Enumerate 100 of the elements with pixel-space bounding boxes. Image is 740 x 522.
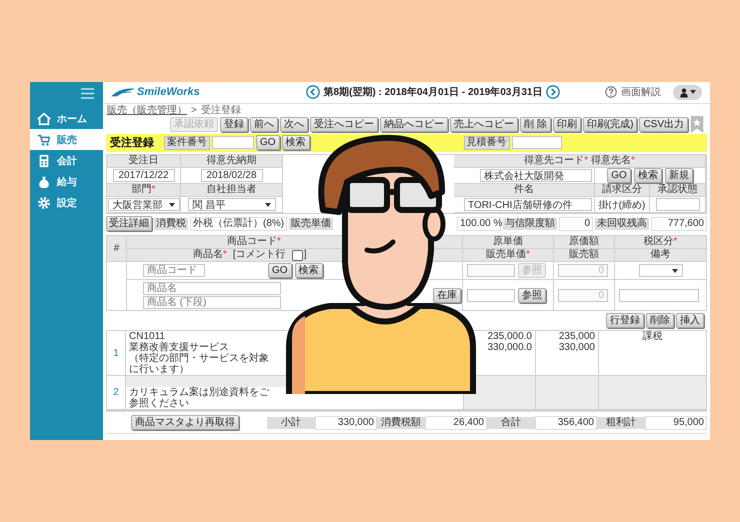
column-header: 得意先コード*: [524, 155, 588, 167]
toolbar-button[interactable]: 受注へコピー: [310, 116, 378, 132]
customer-name-field[interactable]: 株式会社大阪開発: [480, 169, 592, 182]
line-number: 1: [113, 348, 119, 358]
comment-row-label: [コメント行: [232, 249, 286, 261]
column-header: 件名: [454, 184, 595, 197]
table-cell-text: 課税: [642, 331, 664, 342]
column-header: 請求区分: [595, 184, 650, 197]
product-search-button[interactable]: GO: [268, 263, 292, 278]
reference-button[interactable]: 参照: [518, 288, 546, 302]
caret-icon: [672, 268, 678, 272]
approval-status-field[interactable]: [656, 198, 700, 211]
row-action-button[interactable]: 挿入: [676, 313, 704, 328]
sidebar-item[interactable]: 設定: [30, 192, 103, 213]
column-header: #: [107, 236, 126, 261]
user-menu-button[interactable]: [673, 84, 702, 100]
subject-field[interactable]: TORI-CHI店舗研修の件: [464, 198, 592, 211]
toolbar-button[interactable]: 登録: [220, 116, 248, 132]
money-bag-icon: [37, 174, 51, 188]
help-icon: [605, 86, 617, 98]
staff-dropdown[interactable]: 関 昌平: [188, 198, 276, 211]
total-value: 95,000: [645, 416, 707, 430]
breadcrumb-link[interactable]: 販売（販売管理）: [107, 103, 187, 118]
breadcrumb-separator: >: [191, 104, 197, 116]
tax-type-value: 外税（伝票計）(8%): [190, 216, 288, 230]
breadcrumb-current: 受注登録: [200, 104, 241, 118]
sidebar-item[interactable]: 販売: [30, 129, 103, 150]
toolbar-button[interactable]: 印刷: [552, 116, 581, 132]
column-header: 得意先名*: [591, 155, 635, 167]
remarks-field[interactable]: [619, 288, 699, 302]
search-button[interactable]: 検索: [282, 135, 310, 150]
toolbar-button[interactable]: 前へ: [250, 116, 278, 132]
product-code: CN1011: [129, 331, 165, 342]
order-detail-button[interactable]: 受注詳細: [106, 216, 152, 231]
field-label: 見積番号: [464, 136, 510, 150]
date-field[interactable]: 2018/02/28: [200, 169, 262, 182]
customer-button[interactable]: GO: [607, 168, 631, 183]
project-number-field[interactable]: [212, 136, 254, 150]
billing-type: 掛け(締め): [598, 198, 646, 212]
tax-dropdown[interactable]: [638, 264, 682, 277]
stock-button[interactable]: 在庫: [433, 288, 461, 302]
toolbar-button[interactable]: CSV出力: [639, 116, 688, 132]
customer-button[interactable]: 検索: [634, 168, 662, 183]
logo-text: SmileWorks: [137, 86, 200, 98]
table-cell-text: 330,000: [558, 342, 595, 353]
field-label: 消費税: [154, 218, 188, 230]
column-header: 販売額: [554, 249, 614, 261]
toolbar-button[interactable]: 次へ: [280, 116, 308, 132]
column-header: 商品名*: [193, 249, 227, 261]
bookmark-star-icon: [690, 116, 704, 133]
total-label: 粗利計: [597, 416, 646, 428]
column-header: 部門*: [107, 184, 181, 197]
toolbar-button[interactable]: 印刷(完成): [582, 116, 638, 132]
column-header: 原単価: [463, 236, 553, 248]
product-search-button[interactable]: 検索: [294, 263, 323, 278]
product-name: 業務改善支援サービス: [129, 342, 230, 353]
row-action-button[interactable]: 行登録: [606, 313, 644, 328]
customer-button[interactable]: 新規: [664, 168, 693, 183]
previous-icon: [306, 85, 320, 100]
comment-row-checkbox[interactable]: [292, 250, 303, 260]
caret-icon: [690, 90, 696, 94]
column-header: 承認状態: [650, 184, 706, 197]
total-label: 消費税額: [377, 416, 426, 428]
column-header: 税区分*: [615, 236, 706, 248]
field-label: 販売単価: [289, 218, 334, 230]
column-header: 原価額: [554, 236, 614, 248]
column-header: 受注日: [107, 155, 181, 168]
caret-icon: [168, 202, 174, 206]
row-action-button[interactable]: 削除: [646, 313, 674, 328]
total-value: 26,400: [425, 416, 487, 430]
total-label: 小計: [267, 416, 316, 428]
search-button[interactable]: GO: [256, 135, 280, 150]
refetch-button[interactable]: 商品マスタより再取得: [131, 415, 239, 430]
column-header: 商品コード*: [227, 236, 281, 247]
credit-limit-value: 0: [559, 216, 593, 230]
settings-icon: [37, 196, 51, 210]
toolbar-button[interactable]: 売上へコピー: [450, 116, 518, 132]
next-icon: [546, 85, 560, 100]
estimate-number-field[interactable]: [512, 136, 562, 150]
sale-price-field[interactable]: [467, 288, 515, 302]
table-cell-text: 235,000: [558, 331, 595, 342]
total-value: 330,000: [315, 416, 377, 430]
calculator-icon: [37, 154, 51, 168]
toolbar-button[interactable]: 納品へコピー: [380, 116, 448, 132]
product-note: （特定の部門・サービスを対象に行います）: [129, 353, 270, 375]
home-icon: [37, 112, 51, 126]
column-header: 備考: [615, 249, 706, 261]
help-link[interactable]: 画面解説: [621, 85, 661, 100]
cart-icon: [37, 132, 51, 146]
date-field[interactable]: 2017/12/22: [112, 169, 174, 182]
sidebar-item[interactable]: ホーム: [30, 108, 103, 129]
sidebar-item[interactable]: 給与: [30, 171, 103, 192]
field-label: 未回収残高: [595, 218, 649, 230]
line-number: 2: [113, 387, 119, 398]
total-label: 合計: [487, 416, 536, 428]
page-title: 受注登録: [110, 136, 155, 150]
department-dropdown[interactable]: 大阪営業部: [108, 198, 180, 211]
toolbar-button[interactable]: 削 除: [520, 116, 551, 132]
sidebar-item[interactable]: 会計: [30, 150, 103, 171]
total-value: 356,400: [535, 416, 597, 430]
